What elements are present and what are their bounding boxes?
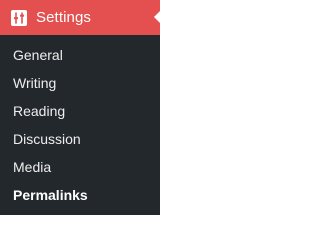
settings-menu-header[interactable]: Settings [0,0,161,35]
settings-sliders-icon [10,9,28,27]
submenu-item-writing[interactable]: Writing [0,69,160,97]
settings-submenu: General Writing Reading Discussion Media… [0,35,160,209]
submenu-item-media[interactable]: Media [0,153,160,181]
settings-menu-title: Settings [36,9,91,26]
submenu-item-permalinks[interactable]: Permalinks [0,181,160,209]
current-menu-pointer [154,10,161,24]
submenu-item-discussion[interactable]: Discussion [0,125,160,153]
admin-sidebar: Settings General Writing Reading Discuss… [0,0,161,215]
submenu-item-reading[interactable]: Reading [0,97,160,125]
submenu-item-general[interactable]: General [0,41,160,69]
admin-screen: Settings General Writing Reading Discuss… [0,0,226,215]
